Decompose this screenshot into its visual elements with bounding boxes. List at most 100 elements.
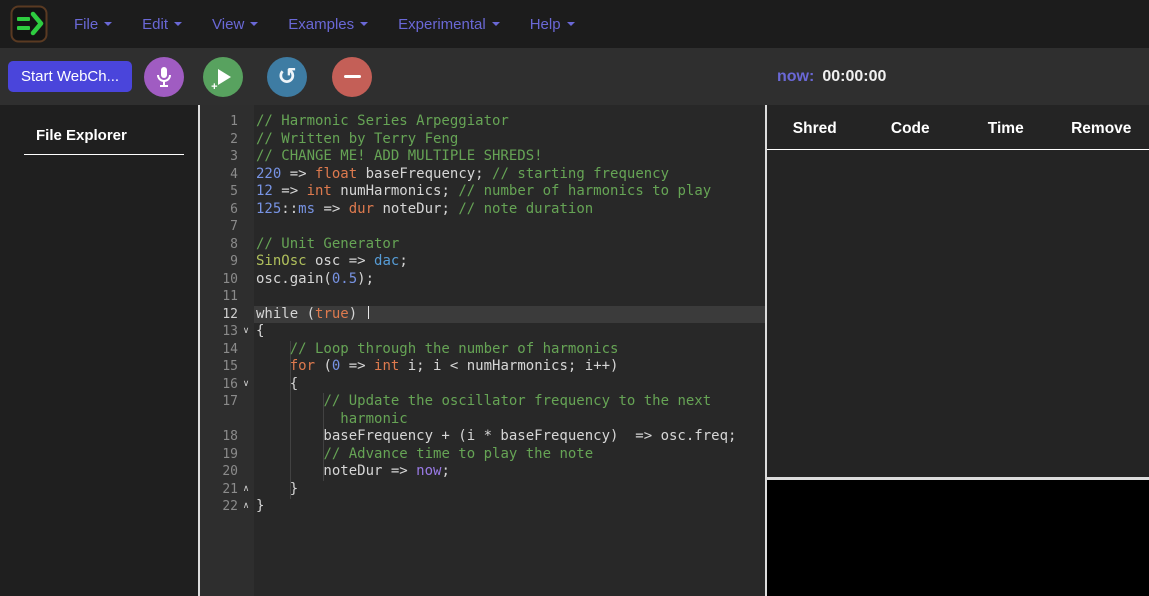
line-number: 7	[200, 218, 238, 236]
code-line: harmonic	[254, 411, 765, 429]
line-gutter: 14	[200, 341, 254, 359]
editor-line[interactable]: 3// CHANGE ME! ADD MULTIPLE SHREDS!	[200, 148, 765, 166]
menu-view[interactable]: View	[212, 16, 258, 33]
caret-down-icon	[567, 22, 575, 26]
menu-file[interactable]: File	[74, 16, 112, 33]
code-token: ms	[298, 201, 315, 217]
play-button[interactable]: +	[203, 57, 243, 97]
editor-line[interactable]: harmonic	[200, 411, 765, 429]
fold-spacer	[238, 411, 254, 429]
code-token: dac	[374, 253, 399, 269]
line-gutter: 1	[200, 113, 254, 131]
code-line	[254, 218, 765, 236]
line-gutter: 12	[200, 306, 254, 324]
editor-line[interactable]: 512 => int numHarmonics; // number of ha…	[200, 183, 765, 201]
code-token: SinOsc	[256, 253, 307, 269]
file-explorer-panel: File Explorer	[0, 105, 200, 596]
remove-button[interactable]	[332, 57, 372, 97]
line-gutter: 22∧	[200, 498, 254, 516]
editor-line[interactable]: 12 while (true)	[200, 306, 765, 324]
fold-up-icon[interactable]: ∧	[238, 498, 254, 516]
line-gutter: 4	[200, 166, 254, 184]
code-token	[256, 358, 290, 374]
code-token: while (	[256, 306, 315, 322]
menu-edit[interactable]: Edit	[142, 16, 182, 33]
console-output	[767, 480, 1149, 596]
code-token: // Update the oscillator frequency to th…	[323, 393, 711, 409]
fold-up-icon[interactable]: ∧	[238, 481, 254, 499]
line-number: 9	[200, 253, 238, 271]
line-number: 17	[200, 393, 238, 411]
editor-line[interactable]: 8// Unit Generator	[200, 236, 765, 254]
menu-examples[interactable]: Examples	[288, 16, 368, 33]
line-number: 12	[200, 306, 238, 324]
line-number: 19	[200, 446, 238, 464]
code-token: ;	[399, 253, 407, 269]
fold-spacer	[238, 446, 254, 464]
fold-spacer	[238, 236, 254, 254]
replay-button[interactable]: ↺	[267, 57, 307, 97]
code-token	[256, 341, 290, 357]
editor-line[interactable]: 11	[200, 288, 765, 306]
shred-col-shred: Shred	[767, 120, 863, 138]
code-line: osc.gain(0.5);	[254, 271, 765, 289]
editor-line[interactable]: 6125::ms => dur noteDur; // note duratio…	[200, 201, 765, 219]
editor-rows[interactable]: 1// Harmonic Series Arpeggiator2// Writt…	[200, 113, 765, 516]
line-gutter: 2	[200, 131, 254, 149]
editor-line[interactable]: 4220 => float baseFrequency; // starting…	[200, 166, 765, 184]
editor-line[interactable]: 18 baseFrequency + (i * baseFrequency) =…	[200, 428, 765, 446]
fold-spacer	[238, 358, 254, 376]
caret-down-icon	[360, 22, 368, 26]
editor-line[interactable]: 21∧ }	[200, 481, 765, 499]
editor-line[interactable]: 14 // Loop through the number of harmoni…	[200, 341, 765, 359]
editor-line[interactable]: 7	[200, 218, 765, 236]
code-editor-pane[interactable]: 1// Harmonic Series Arpeggiator2// Writt…	[200, 105, 767, 596]
line-number: 14	[200, 341, 238, 359]
mic-button[interactable]	[144, 57, 184, 97]
code-token: int	[374, 358, 399, 374]
start-webchuck-button[interactable]: Start WebCh...	[8, 61, 132, 92]
code-token: float	[315, 166, 357, 182]
editor-line[interactable]: 13∨{	[200, 323, 765, 341]
code-line	[254, 288, 765, 306]
code-line: // Written by Terry Feng	[254, 131, 765, 149]
editor-line[interactable]: 1// Harmonic Series Arpeggiator	[200, 113, 765, 131]
editor-line[interactable]: 20 noteDur => now;	[200, 463, 765, 481]
editor-line[interactable]: 10 osc.gain(0.5);	[200, 271, 765, 289]
fold-spacer	[238, 341, 254, 359]
shred-table-body	[767, 150, 1149, 477]
code-token: for	[290, 358, 315, 374]
code-token: // Written by Terry Feng	[256, 131, 458, 147]
fold-down-icon[interactable]: ∨	[238, 376, 254, 394]
code-line: // Advance time to play the note	[254, 446, 765, 464]
code-token: noteDur;	[374, 201, 458, 217]
editor-line[interactable]: 19 // Advance time to play the note	[200, 446, 765, 464]
code-token: );	[357, 271, 374, 287]
line-number: 22	[200, 498, 238, 516]
line-number: 13	[200, 323, 238, 341]
editor-line[interactable]: 9SinOsc osc => dac;	[200, 253, 765, 271]
code-token: {	[256, 323, 264, 339]
code-line: // CHANGE ME! ADD MULTIPLE SHREDS!	[254, 148, 765, 166]
menu-experimental[interactable]: Experimental	[398, 16, 500, 33]
editor-line[interactable]: 16∨ {	[200, 376, 765, 394]
fold-spacer	[238, 218, 254, 236]
code-line: while (true)	[254, 306, 765, 324]
line-number: 18	[200, 428, 238, 446]
menu-label: File	[74, 16, 98, 33]
menu-help[interactable]: Help	[530, 16, 575, 33]
code-token: // Advance time to play the note	[323, 446, 593, 462]
menu-bar: File Edit View Examples Experimental Help	[74, 16, 575, 33]
line-gutter: 11	[200, 288, 254, 306]
fold-spacer	[238, 288, 254, 306]
editor-line[interactable]: 17 // Update the oscillator frequency to…	[200, 393, 765, 411]
code-line: // Unit Generator	[254, 236, 765, 254]
code-token: 220	[256, 166, 281, 182]
line-number: 10	[200, 271, 238, 289]
editor-line[interactable]: 15 for (0 => int i; i < numHarmonics; i+…	[200, 358, 765, 376]
code-token: =>	[273, 183, 307, 199]
fold-down-icon[interactable]: ∨	[238, 323, 254, 341]
editor-line[interactable]: 2// Written by Terry Feng	[200, 131, 765, 149]
code-token	[256, 411, 340, 427]
editor-line[interactable]: 22∧}	[200, 498, 765, 516]
